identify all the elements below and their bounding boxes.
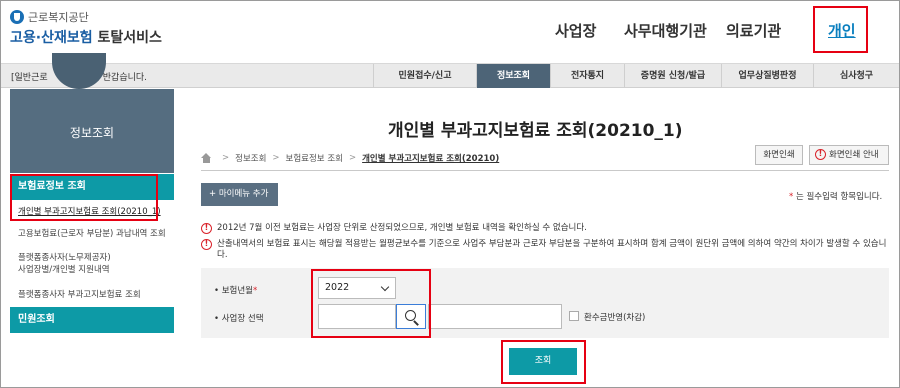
- kcomwel-logo-icon: [10, 10, 24, 24]
- highlight-box-submit: [501, 340, 586, 384]
- divider: [201, 170, 889, 171]
- menu-appeal[interactable]: 심사청구: [813, 64, 899, 88]
- breadcrumb-item[interactable]: 정보조회: [235, 152, 266, 164]
- sidebar-header: 정보조회: [10, 89, 174, 173]
- sidebar-title: 정보조회: [69, 126, 115, 140]
- alert-icon: !: [201, 223, 212, 234]
- add-my-menu-button[interactable]: + 마이메뉴 추가: [201, 183, 278, 206]
- top-nav-medical[interactable]: 의료기관: [726, 20, 781, 41]
- global-menu-bar: [일반근로 님 반갑습니다. 민원접수/신고 정보조회 전자통지 증명원 신청/발…: [1, 63, 899, 88]
- print-guide-button[interactable]: ! 화면인쇄 안내: [809, 145, 889, 165]
- year-month-label: • 보험년월*: [214, 286, 258, 296]
- highlight-box-individual: [813, 6, 868, 53]
- breadcrumb-item[interactable]: 보험료정보 조회: [286, 152, 343, 164]
- menu-info-inquiry[interactable]: 정보조회: [476, 64, 550, 88]
- menu-certificate[interactable]: 증명원 신청/발급: [624, 64, 721, 88]
- workplace-label: • 사업장 선택: [214, 314, 264, 324]
- menu-disease-judgment[interactable]: 업무상질병판정: [721, 64, 813, 88]
- breadcrumb: > 정보조회 > 보험료정보 조회 > 개인별 부과고지보험료 조회(20210…: [201, 152, 499, 164]
- logo-service-name: 고용·산재보험: [10, 30, 93, 46]
- highlight-box-sidebar: [10, 174, 158, 221]
- workplace-name-input[interactable]: [428, 304, 562, 329]
- logo-org-name: 근로복지공단: [28, 11, 89, 24]
- required-field-note: * 는 필수입력 항목입니다.: [789, 192, 883, 202]
- alert-icon: !: [201, 239, 212, 250]
- highlight-box-form: [311, 269, 431, 338]
- menu-e-notice[interactable]: 전자통지: [550, 64, 624, 88]
- notice-item: ! 산출내역서의 보험료 표시는 해당월 적용받는 월평균보수를 기준으로 사업…: [201, 239, 887, 261]
- sidebar-item-platform-worker[interactable]: 플랫폼종사자(노무제공자): [18, 252, 111, 264]
- logo-service-suffix: 토탈서비스: [97, 30, 162, 46]
- top-nav-agency[interactable]: 사무대행기관: [624, 20, 707, 41]
- sidebar-item-overpayment[interactable]: 고용보험료(근로자 부담분) 과납내역 조회: [18, 228, 166, 240]
- notice-item: ! 2012년 7월 이전 보험료는 사업장 단위로 산정되었으므로, 개인별 …: [201, 223, 887, 234]
- top-nav-workplace[interactable]: 사업장: [555, 20, 596, 41]
- sidebar-section-complaint[interactable]: 민원조회: [10, 307, 174, 333]
- breadcrumb-current: 개인별 부과고지보험료 조회(20210): [362, 154, 500, 164]
- refund-checkbox[interactable]: [569, 311, 579, 321]
- sidebar-item-platform-premium[interactable]: 플랫폼종사자 부과고지보험료 조회: [18, 289, 141, 301]
- alert-icon: !: [815, 149, 826, 160]
- page-title: 개인별 부과고지보험료 조회(20210_1): [388, 121, 683, 141]
- refund-checkbox-label[interactable]: 환수금반영(차감): [584, 311, 645, 323]
- print-screen-button[interactable]: 화면인쇄: [755, 145, 803, 165]
- sidebar-item-support-history[interactable]: 사업장별/개인별 지원내역: [18, 264, 110, 276]
- site-logo[interactable]: 근로복지공단 고용·산재보험 토탈서비스: [10, 9, 162, 47]
- home-icon[interactable]: [201, 153, 212, 163]
- menu-complaint-filing[interactable]: 민원접수/신고: [373, 64, 476, 88]
